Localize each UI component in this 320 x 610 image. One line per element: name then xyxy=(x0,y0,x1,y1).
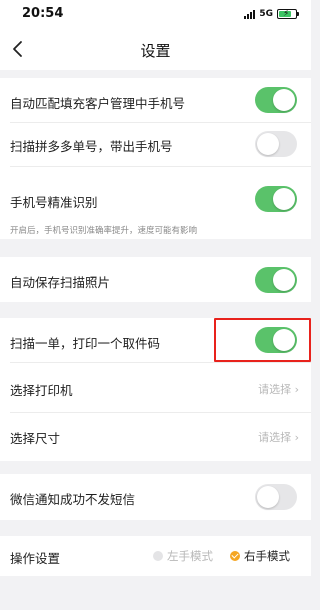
radio-unchecked-icon xyxy=(153,551,163,561)
chevron-right-icon: › xyxy=(294,431,299,444)
scan-pdd-label: 扫描拼多多单号，带出手机号 xyxy=(10,139,173,154)
settings-group-print: 扫描一单，打印一个取件码 选择打印机 请选择 › 选择尺寸 请选择 › xyxy=(0,318,311,461)
printer-label: 选择打印机 xyxy=(10,383,73,398)
settings-group-scan: 自动匹配填充客户管理中手机号 扫描拼多多单号，带出手机号 手机号精准识别 开启后… xyxy=(0,78,311,239)
page-title: 设置 xyxy=(140,42,171,60)
setting-row-wechat-sms: 微信通知成功不发短信 xyxy=(0,474,311,520)
scan-pdd-toggle[interactable] xyxy=(255,131,297,157)
scan-print-label: 扫描一单，打印一个取件码 xyxy=(10,336,161,351)
auto-fill-label: 自动匹配填充客户管理中手机号 xyxy=(10,96,186,111)
chevron-right-icon: › xyxy=(294,383,299,396)
battery-icon: ⚡ xyxy=(277,9,299,19)
settings-group-notify: 微信通知成功不发短信 xyxy=(0,474,311,520)
radio-checked-icon xyxy=(230,551,240,561)
right-hand-mode-option[interactable]: 右手模式 xyxy=(230,548,290,564)
setting-row-operation: 操作设置 左手模式 右手模式 xyxy=(0,536,311,576)
operation-label: 操作设置 xyxy=(10,551,61,566)
left-hand-mode-label: 左手模式 xyxy=(167,549,213,563)
printer-picker[interactable]: 请选择 › xyxy=(258,381,299,397)
phone-recognition-toggle[interactable] xyxy=(255,186,297,212)
right-hand-mode-label: 右手模式 xyxy=(244,549,290,563)
auto-save-photo-toggle[interactable] xyxy=(255,267,297,293)
auto-fill-toggle[interactable] xyxy=(255,87,297,113)
setting-row-auto-fill: 自动匹配填充客户管理中手机号 xyxy=(0,78,311,122)
size-label: 选择尺寸 xyxy=(10,431,61,446)
setting-row-phone-recognition: 手机号精准识别 开启后，手机号识别准确率提升，速度可能有影响 xyxy=(0,166,311,239)
size-picker[interactable]: 请选择 › xyxy=(258,429,299,445)
status-icons: 5G ⚡ xyxy=(244,8,299,20)
settings-group-photo: 自动保存扫描照片 xyxy=(0,257,311,302)
wechat-sms-label: 微信通知成功不发短信 xyxy=(10,492,136,507)
setting-row-scan-print: 扫描一单，打印一个取件码 xyxy=(0,318,311,362)
status-bar: 20:54 5G ⚡ xyxy=(0,0,311,28)
setting-row-scan-pdd: 扫描拼多多单号，带出手机号 xyxy=(0,122,311,166)
setting-row-size[interactable]: 选择尺寸 请选择 › xyxy=(0,412,311,461)
scan-print-toggle[interactable] xyxy=(255,327,297,353)
printer-value: 请选择 xyxy=(258,383,292,396)
auto-save-photo-label: 自动保存扫描照片 xyxy=(10,275,111,290)
left-hand-mode-option[interactable]: 左手模式 xyxy=(153,548,213,564)
signal-icon xyxy=(244,9,256,19)
network-type: 5G xyxy=(259,9,273,19)
settings-group-operation: 操作设置 左手模式 右手模式 xyxy=(0,536,311,576)
setting-row-printer[interactable]: 选择打印机 请选择 › xyxy=(0,362,311,412)
setting-row-auto-save-photo: 自动保存扫描照片 xyxy=(0,257,311,302)
status-time: 20:54 xyxy=(22,6,64,21)
wechat-sms-toggle[interactable] xyxy=(255,484,297,510)
phone-recognition-hint: 开启后，手机号识别准确率提升，速度可能有影响 xyxy=(10,226,198,236)
phone-recognition-label: 手机号精准识别 xyxy=(10,195,98,210)
size-value: 请选择 xyxy=(258,431,292,444)
nav-bar: 设置 xyxy=(0,28,311,70)
